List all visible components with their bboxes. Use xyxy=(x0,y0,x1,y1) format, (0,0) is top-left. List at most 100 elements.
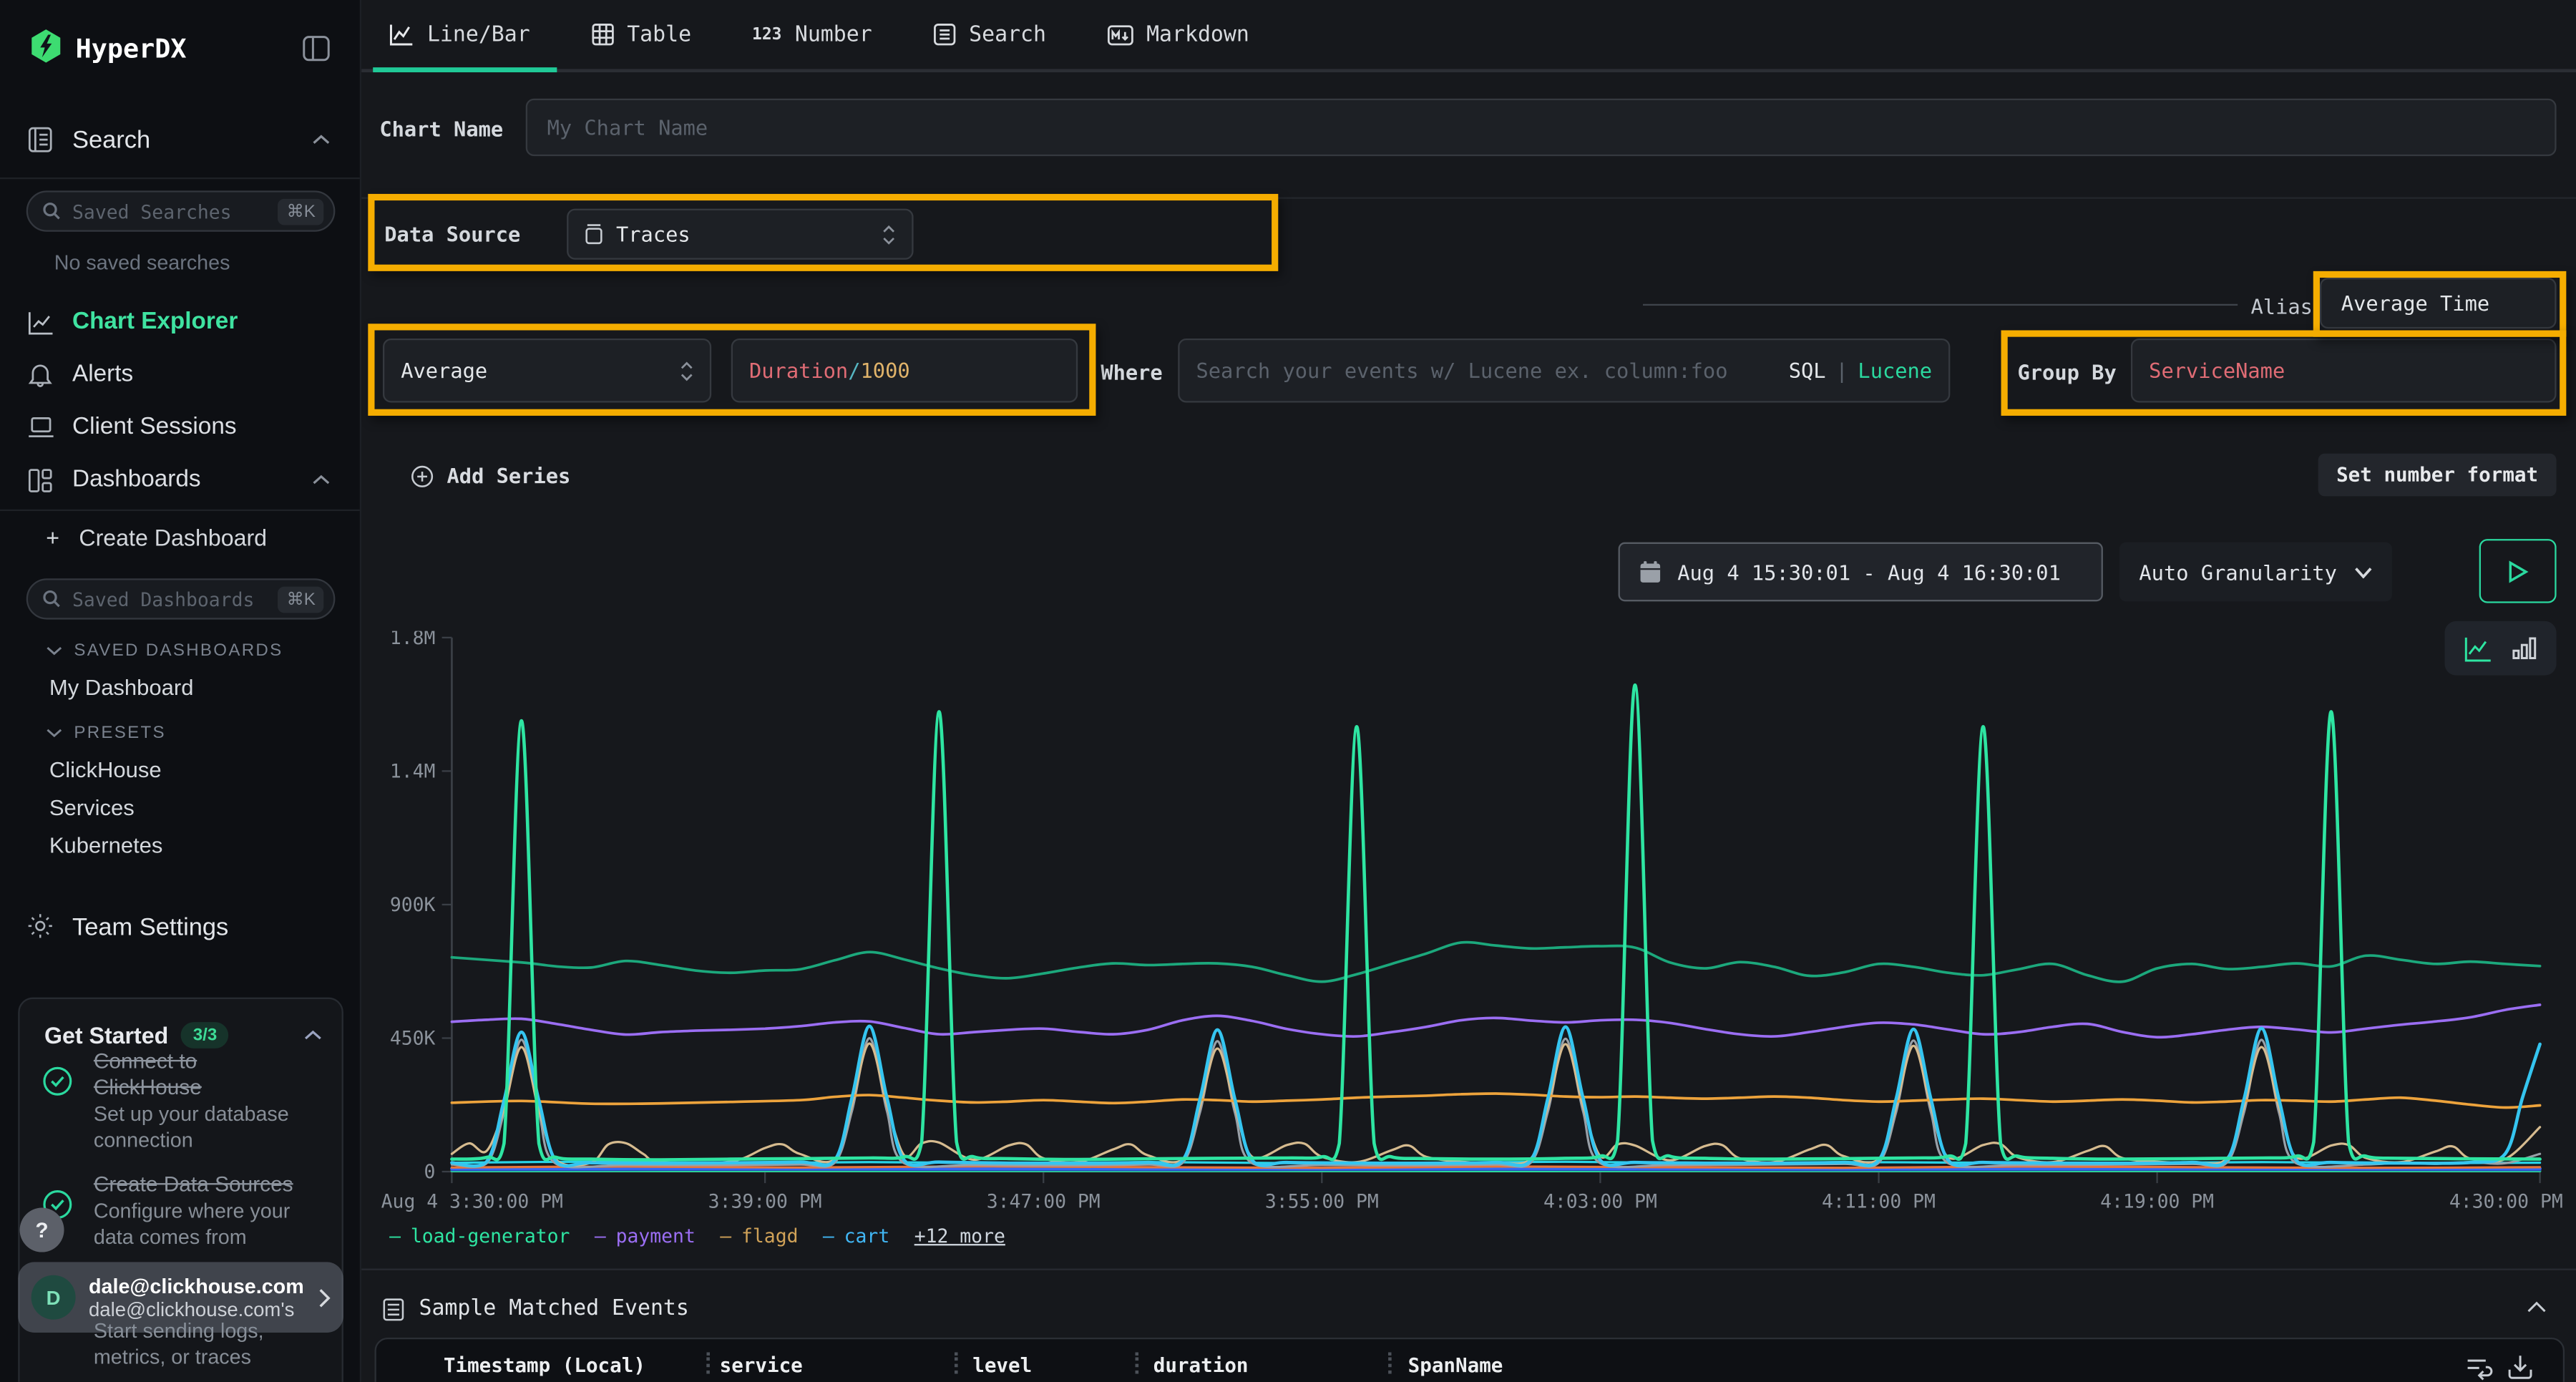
legend-item[interactable]: — payment xyxy=(595,1225,696,1247)
date-range-picker[interactable]: Aug 4 15:30:01 - Aug 4 16:30:01 xyxy=(1619,542,2103,602)
add-series-button[interactable]: Add Series xyxy=(411,463,570,487)
sidebar: HyperDX Search Saved Searches ⌘K No save… xyxy=(0,0,361,1382)
svg-text:4:19:00 PM: 4:19:00 PM xyxy=(2100,1191,2214,1213)
column-header-service[interactable]: service xyxy=(720,1354,803,1377)
aggregation-select[interactable]: Average xyxy=(383,339,711,403)
svg-text:1.4M: 1.4M xyxy=(390,761,436,783)
group-saved-dashboards[interactable]: SAVED DASHBOARDS xyxy=(46,641,283,661)
sidebar-item-my-dashboard[interactable]: My Dashboard xyxy=(49,676,194,700)
svg-text:4:30:00 PM: 4:30:00 PM xyxy=(2449,1191,2563,1213)
legend-item[interactable]: — flagd xyxy=(720,1225,798,1247)
get-started-title: Get Started xyxy=(44,1022,168,1048)
dashboards-chevron-up-icon[interactable] xyxy=(312,475,330,485)
where-search-input[interactable]: Search your events w/ Lucene ex. column:… xyxy=(1178,339,1950,403)
get-started-item1-desc: Set up your databaseconnection xyxy=(94,1101,289,1153)
tab-number[interactable]: 123 Number xyxy=(752,0,872,69)
kbd-shortcut-badge: ⌘K xyxy=(278,198,323,225)
user-menu[interactable]: D dale@clickhouse.com dale@clickhouse.co… xyxy=(18,1262,343,1333)
saved-searches-input[interactable]: Saved Searches ⌘K xyxy=(26,190,336,231)
alias-divider-line xyxy=(1643,304,2238,306)
chart-type-tabbar: Line/Bar Table 123 Number Search Markdow… xyxy=(361,0,2576,72)
field-expression-input[interactable]: Duration/1000 xyxy=(731,339,1078,403)
divider xyxy=(361,1269,2576,1270)
search-icon xyxy=(43,202,61,220)
legend-more-link[interactable]: +12 more xyxy=(914,1225,1005,1247)
tab-line-bar[interactable]: Line/Bar xyxy=(389,0,530,69)
saved-dashboards-placeholder: Saved Dashboards xyxy=(72,588,278,610)
app-window: HyperDX Search Saved Searches ⌘K No save… xyxy=(0,0,2576,1382)
tab-table[interactable]: Table xyxy=(591,0,691,69)
markdown-icon xyxy=(1107,24,1133,45)
number-123-icon: 123 xyxy=(752,26,781,44)
plus-circle-icon xyxy=(411,464,434,487)
get-started-chevron-up-icon[interactable] xyxy=(304,1031,322,1041)
alias-input[interactable] xyxy=(2320,278,2557,329)
get-started-item1-title: Connect toClickHouse xyxy=(94,1048,289,1101)
sidebar-item-kubernetes[interactable]: Kubernetes xyxy=(49,833,163,857)
chevron-down-icon xyxy=(2354,566,2372,578)
chart-svg[interactable]: 0450K900K1.4M1.8MAug 4 3:30:00 PM3:39:00… xyxy=(361,631,2576,1223)
chart-name-input[interactable] xyxy=(526,99,2557,156)
date-range-value: Aug 4 15:30:01 - Aug 4 16:30:01 xyxy=(1677,560,2061,584)
set-number-format-button[interactable]: Set number format xyxy=(2318,454,2557,497)
sidebar-collapse-icon[interactable] xyxy=(302,34,330,62)
dashboards-icon xyxy=(28,467,54,492)
play-icon xyxy=(2507,560,2529,583)
granularity-select[interactable]: Auto Granularity xyxy=(2119,542,2392,602)
field-slash: / xyxy=(848,359,860,383)
check-circle-icon xyxy=(43,1066,72,1096)
sidebar-item-services[interactable]: Services xyxy=(49,795,135,819)
where-label: Where xyxy=(1101,360,1162,384)
group-by-label: Group By xyxy=(2017,360,2116,384)
download-icon[interactable] xyxy=(2507,1354,2534,1381)
sql-toggle[interactable]: SQL xyxy=(1789,359,1826,383)
no-saved-searches-text: No saved searches xyxy=(54,251,230,274)
events-table: Timestamp (Local) service level duration… xyxy=(374,1338,2565,1382)
column-header-duration[interactable]: duration xyxy=(1153,1354,1249,1377)
kbd-shortcut-badge: ⌘K xyxy=(278,586,323,613)
chevron-down-icon xyxy=(46,728,62,738)
svg-text:Aug 4 3:30:00 PM: Aug 4 3:30:00 PM xyxy=(381,1191,563,1213)
select-chevrons-icon xyxy=(882,224,895,244)
saved-dashboards-input[interactable]: Saved Dashboards ⌘K xyxy=(26,578,336,619)
wrap-lines-icon[interactable] xyxy=(2466,1356,2494,1380)
collapse-section-chevron-icon[interactable] xyxy=(2527,1301,2547,1313)
sidebar-item-alerts[interactable]: Alerts xyxy=(0,354,361,396)
database-icon xyxy=(585,223,602,245)
sidebar-item-client-sessions[interactable]: Client Sessions xyxy=(0,406,361,449)
svg-text:900K: 900K xyxy=(390,894,436,916)
sidebar-item-clickhouse[interactable]: ClickHouse xyxy=(49,757,162,782)
column-separator xyxy=(706,1353,710,1374)
column-header-level[interactable]: level xyxy=(972,1354,1032,1377)
svg-text:1.8M: 1.8M xyxy=(390,631,436,649)
main-content: Line/Bar Table 123 Number Search Markdow… xyxy=(361,0,2576,1382)
create-dashboard-button[interactable]: + Create Dashboard xyxy=(46,524,267,550)
sidebar-item-team-settings[interactable]: Team Settings xyxy=(72,914,228,942)
help-button[interactable]: ? xyxy=(20,1208,64,1252)
get-started-item2-desc: Configure where yourdata comes from xyxy=(94,1198,293,1250)
data-source-select[interactable]: Traces xyxy=(567,209,913,260)
data-source-label: Data Source xyxy=(384,222,520,246)
list-icon xyxy=(383,1298,404,1320)
field-divisor: 1000 xyxy=(861,359,910,383)
legend-item[interactable]: — load-generator xyxy=(389,1225,570,1247)
lucene-toggle[interactable]: Lucene xyxy=(1858,359,1932,383)
calendar-icon xyxy=(1639,560,1661,583)
search-section-chevron-up-icon[interactable] xyxy=(312,135,330,145)
where-placeholder: Search your events w/ Lucene ex. column:… xyxy=(1196,359,1727,383)
legend-item[interactable]: — cart xyxy=(823,1225,889,1247)
group-presets[interactable]: PRESETS xyxy=(46,723,166,743)
chart-legend: — load-generator — payment — flagd — car… xyxy=(389,1225,1005,1247)
sidebar-item-dashboards[interactable]: Dashboards xyxy=(0,459,361,502)
sidebar-section-search[interactable]: Search xyxy=(72,127,150,155)
column-header-spanname[interactable]: SpanName xyxy=(1408,1354,1503,1377)
svg-text:0: 0 xyxy=(424,1161,436,1183)
sidebar-item-chart-explorer[interactable]: Chart Explorer xyxy=(0,301,361,344)
run-query-button[interactable] xyxy=(2479,539,2557,603)
search-section-icon xyxy=(28,127,52,153)
tab-search[interactable]: Search xyxy=(933,0,1046,69)
tab-markdown[interactable]: Markdown xyxy=(1107,0,1249,69)
alias-label: Alias xyxy=(2251,294,2313,318)
column-header-timestamp[interactable]: Timestamp (Local) xyxy=(444,1354,645,1377)
group-by-input[interactable]: ServiceName xyxy=(2131,339,2557,403)
